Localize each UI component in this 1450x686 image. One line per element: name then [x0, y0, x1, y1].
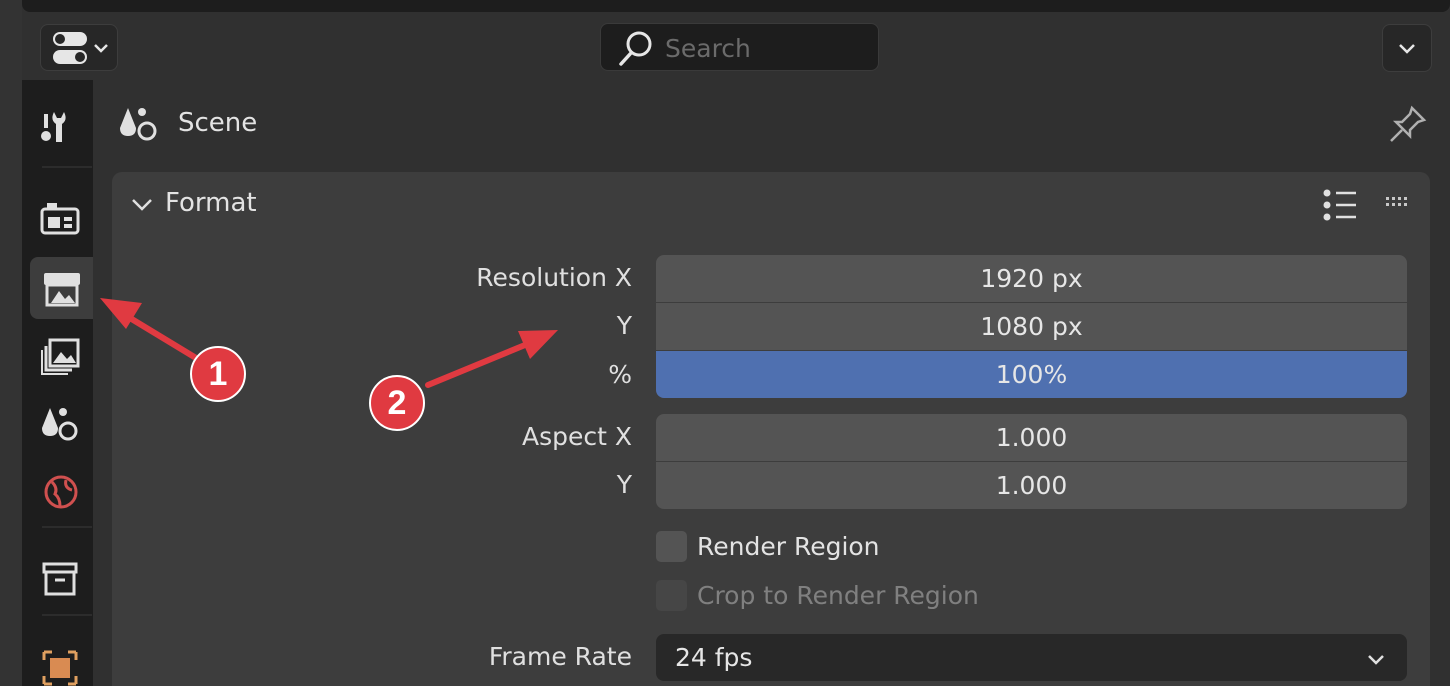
pin-icon[interactable] [1386, 102, 1430, 146]
resolution-x-field[interactable]: 1920 px [656, 255, 1407, 302]
top-strip [22, 0, 1450, 12]
tab-separator [42, 526, 92, 528]
resolution-x-label: Resolution X [476, 263, 632, 292]
search-input[interactable]: Search [600, 23, 879, 71]
editor-type-button[interactable] [40, 24, 118, 71]
drag-handle-icon[interactable] [1384, 194, 1414, 210]
tab-view-layer[interactable] [30, 326, 93, 388]
render-region-checkbox[interactable] [656, 531, 687, 562]
tab-collection[interactable] [30, 548, 93, 610]
resolution-percent-slider[interactable]: 100% [656, 351, 1407, 398]
tab-separator [42, 166, 92, 168]
viewport-edge [0, 0, 22, 686]
aspect-y-field[interactable]: 1.000 [656, 462, 1407, 509]
aspect-x-label: Aspect X [522, 422, 632, 451]
resolution-percent-label: % [608, 360, 632, 389]
object-icon [42, 650, 78, 686]
scene-icon [120, 108, 157, 141]
scene-icon [42, 408, 78, 441]
view-layer-icon [41, 338, 80, 375]
format-panel-title[interactable]: Format [165, 188, 257, 218]
resolution-y-field[interactable]: 1080 px [656, 303, 1407, 350]
breadcrumb-title: Scene [178, 108, 258, 138]
world-icon [44, 475, 78, 509]
crop-region-checkbox [656, 580, 687, 611]
tool-icon [41, 112, 66, 142]
annotation-badge-2: 2 [369, 375, 425, 431]
annotation-badge-1: 1 [190, 346, 246, 402]
tab-world[interactable] [30, 462, 93, 524]
collection-icon [42, 562, 78, 596]
chevron-down-icon [1368, 655, 1384, 665]
tab-output[interactable] [30, 257, 93, 319]
tab-render[interactable] [30, 185, 93, 247]
tab-tool[interactable] [30, 98, 93, 160]
frame-rate-label: Frame Rate [488, 642, 632, 671]
chevron-down-icon[interactable] [128, 190, 158, 220]
render-icon [40, 203, 80, 235]
search-icon [619, 31, 652, 66]
tab-object[interactable] [30, 636, 93, 686]
tab-scene[interactable] [30, 394, 93, 456]
aspect-x-field[interactable]: 1.000 [656, 414, 1407, 461]
chevron-down-icon [1399, 44, 1415, 54]
aspect-y-label: Y [616, 470, 632, 499]
render-region-label[interactable]: Render Region [697, 532, 880, 561]
crop-region-label: Crop to Render Region [697, 581, 979, 610]
editor-type-icon [53, 32, 108, 64]
options-dropdown-button[interactable] [1382, 24, 1432, 72]
frame-rate-dropdown[interactable]: 24 fps [656, 634, 1407, 681]
output-icon [44, 273, 80, 307]
resolution-y-label: Y [616, 311, 632, 340]
search-placeholder: Search [665, 34, 751, 63]
frame-rate-value: 24 fps [675, 643, 753, 672]
tab-separator [42, 614, 92, 616]
list-icon[interactable] [1318, 186, 1358, 226]
properties-editor: Search Scene Format Resolution X 1920 px… [0, 0, 1450, 686]
properties-tabs [22, 80, 93, 686]
